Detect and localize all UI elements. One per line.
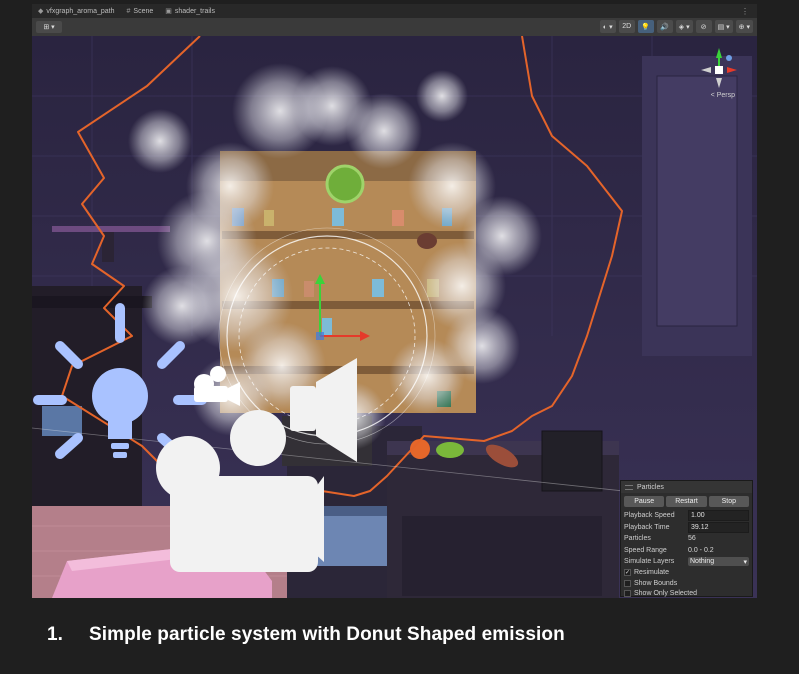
pause-button[interactable]: Pause xyxy=(624,496,665,507)
particles-overlay-panel: Particles Pause Restart Stop Playback Sp… xyxy=(620,480,753,599)
scene-toolbar: ⊞ ▾ ◐ ▾ 2D 💡 🔊 ◈ ▾ ⊘ ▤ ▾ ⊕ ▾ xyxy=(32,18,757,37)
draw-mode-button[interactable]: ▤ ▾ xyxy=(714,20,733,33)
particles-label: Particles xyxy=(624,535,651,543)
particles-count: 56 xyxy=(688,535,696,543)
unity-icon: ◆ xyxy=(38,8,44,15)
simulate-layers-label: Simulate Layers xyxy=(624,558,675,566)
panel-title: Particles xyxy=(637,483,664,491)
show-only-selected-checkbox[interactable]: Show Only Selected xyxy=(621,589,752,599)
tool-handle-button[interactable]: ⊞ ▾ xyxy=(36,21,62,33)
playback-buttons: Pause Restart Stop xyxy=(621,493,752,510)
tab-label: Scene xyxy=(133,7,154,15)
checkbox-box[interactable]: ✓ xyxy=(624,569,631,577)
drag-handle-icon[interactable] xyxy=(625,484,633,490)
scene-view-options: ◐ ▾ 2D 💡 🔊 ◈ ▾ ⊘ ▤ ▾ ⊕ ▾ xyxy=(599,20,753,33)
grid-icon: # xyxy=(126,7,131,15)
caption-number: 1. xyxy=(47,624,64,645)
tab-scene[interactable]: # Scene xyxy=(121,4,160,18)
playback-time-label: Playback Time xyxy=(624,523,670,531)
tab-label: shader_trails xyxy=(174,7,215,15)
playback-speed-label: Playback Speed xyxy=(624,512,675,520)
tab-shader-trails[interactable]: ▣ shader_trails xyxy=(159,4,221,18)
figure-caption: 1. Simple particle system with Donut Shap… xyxy=(47,624,565,646)
checkbox-box[interactable] xyxy=(624,590,631,598)
hidden-objects-button[interactable]: ⊘ xyxy=(695,20,712,33)
resimulate-label: Resimulate xyxy=(634,569,670,577)
simulate-layers-dropdown[interactable]: Nothing ▾ xyxy=(688,557,749,567)
projection-label[interactable]: < Persp xyxy=(711,92,735,99)
audio-toggle-button[interactable]: 🔊 xyxy=(656,20,673,33)
simulate-layers-row: Simulate Layers Nothing ▾ xyxy=(621,556,752,568)
more-options-icon[interactable]: ⋮ xyxy=(741,7,757,16)
simulate-layers-value: Nothing xyxy=(690,558,715,566)
restart-button[interactable]: Restart xyxy=(666,496,707,507)
scene-icon: ▣ xyxy=(165,8,172,15)
caption-text: Simple particle system with Donut Shaped… xyxy=(89,624,565,645)
tab-vfxgraph[interactable]: ◆ vfxgraph_aroma_path xyxy=(32,4,121,18)
unity-editor-window: ◆ vfxgraph_aroma_path # Scene ▣ shader_t… xyxy=(32,4,757,598)
playback-speed-row: Playback Speed 1.00 xyxy=(621,510,752,522)
particles-row: Particles 56 xyxy=(621,533,752,545)
playback-time-field[interactable]: 39.12 xyxy=(688,521,749,533)
resimulate-checkbox[interactable]: ✓ Resimulate xyxy=(621,568,752,579)
panel-header[interactable]: Particles xyxy=(621,481,752,493)
show-only-selected-label: Show Only Selected xyxy=(634,590,698,598)
show-bounds-checkbox[interactable]: Show Bounds xyxy=(621,578,752,589)
speed-range-row: Speed Range 0.0 - 0.2 xyxy=(621,545,752,557)
effects-button[interactable]: ◈ ▾ xyxy=(675,20,693,33)
lighting-toggle-button[interactable]: 💡 xyxy=(637,20,654,33)
show-bounds-label: Show Bounds xyxy=(634,579,678,587)
shading-mode-button[interactable]: ◐ ▾ xyxy=(599,20,616,33)
speed-range-value: 0.0 - 0.2 xyxy=(688,546,714,554)
gizmos-button[interactable]: ⊕ ▾ xyxy=(735,20,753,33)
speed-range-label: Speed Range xyxy=(624,546,667,554)
chevron-down-icon: ▾ xyxy=(743,558,747,566)
playback-speed-field[interactable]: 1.00 xyxy=(688,510,749,522)
tab-label: vfxgraph_aroma_path xyxy=(46,7,115,15)
2d-toggle-button[interactable]: 2D xyxy=(618,20,635,33)
playback-time-row: Playback Time 39.12 xyxy=(621,521,752,534)
tab-bar: ◆ vfxgraph_aroma_path # Scene ▣ shader_t… xyxy=(32,4,757,18)
stop-button[interactable]: Stop xyxy=(708,496,749,507)
checkbox-box[interactable] xyxy=(624,579,631,587)
